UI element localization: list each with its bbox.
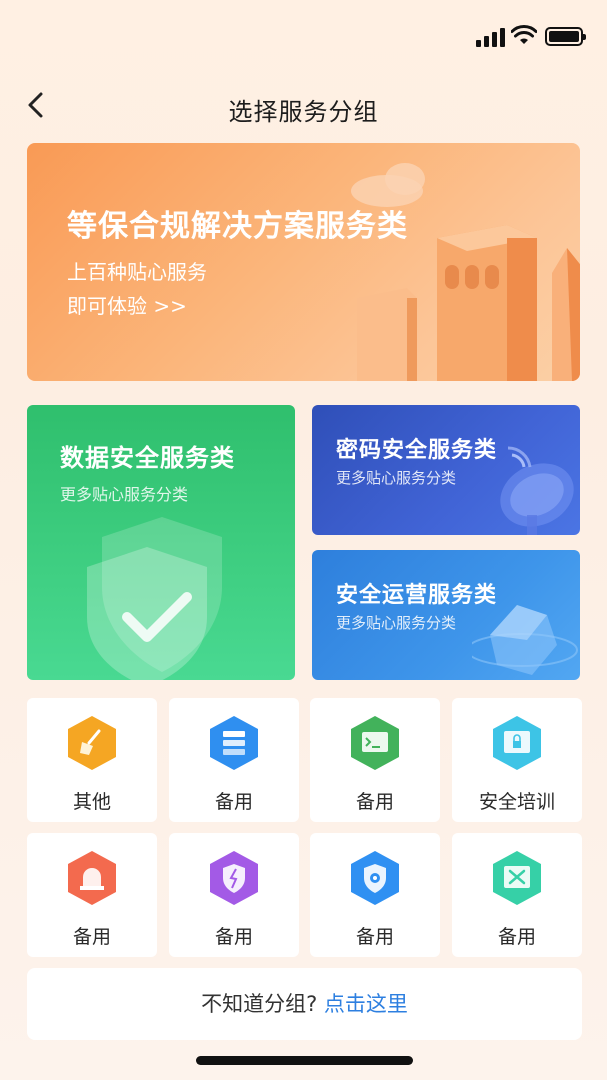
wifi-icon bbox=[511, 25, 537, 44]
broom-icon bbox=[68, 716, 116, 770]
category-spare[interactable]: 备用 bbox=[169, 833, 299, 957]
tools-screen-icon bbox=[493, 851, 541, 905]
server-icon bbox=[210, 716, 258, 770]
status-bar bbox=[0, 0, 607, 70]
home-indicator[interactable] bbox=[196, 1056, 413, 1065]
help-bar: 不知道分组? 点击这里 bbox=[27, 968, 582, 1040]
signal-icon bbox=[476, 27, 506, 47]
category-spare[interactable]: 备用 bbox=[452, 833, 582, 957]
tile-label: 备用 bbox=[355, 926, 394, 948]
category-spare[interactable]: 备用 bbox=[27, 833, 157, 957]
tile-label: 备用 bbox=[355, 791, 394, 813]
category-other[interactable]: 其他 bbox=[27, 698, 157, 822]
card-title: 密码安全服务类 bbox=[336, 438, 498, 463]
card-title: 数据安全服务类 bbox=[60, 444, 235, 472]
shield-check-icon bbox=[87, 517, 222, 680]
security-ops-card[interactable]: 安全运营服务类 更多贴心服务分类 bbox=[312, 550, 580, 680]
nav-bar: 选择服务分组 bbox=[0, 78, 607, 136]
broken-shield-icon bbox=[210, 851, 258, 905]
tile-label: 备用 bbox=[72, 926, 111, 948]
secure-screen-icon bbox=[493, 716, 541, 770]
compliance-banner[interactable]: 等保合规解决方案服务类 上百种贴心服务 即可体验 >> bbox=[27, 143, 580, 381]
tile-label: 安全培训 bbox=[478, 791, 555, 813]
category-spare[interactable]: 备用 bbox=[169, 698, 299, 822]
card-subtitle: 更多贴心服务分类 bbox=[336, 469, 457, 487]
tile-label: 备用 bbox=[214, 791, 253, 813]
gear-shield-icon bbox=[351, 851, 399, 905]
crypto-security-card[interactable]: 密码安全服务类 更多贴心服务分类 bbox=[312, 405, 580, 535]
card-title: 安全运营服务类 bbox=[336, 583, 498, 608]
building-illustration bbox=[351, 163, 580, 381]
category-spare[interactable]: 备用 bbox=[310, 698, 440, 822]
tile-label: 备用 bbox=[214, 926, 253, 948]
card-subtitle: 更多贴心服务分类 bbox=[336, 614, 457, 632]
page-title: 选择服务分组 bbox=[228, 98, 379, 126]
click-here-link[interactable]: 点击这里 bbox=[324, 992, 408, 1016]
category-spare[interactable]: 备用 bbox=[310, 833, 440, 957]
tile-label: 备用 bbox=[497, 926, 536, 948]
banner-title: 等保合规解决方案服务类 bbox=[67, 209, 408, 244]
terminal-icon bbox=[351, 716, 399, 770]
banner-try-link[interactable]: 即可体验 >> bbox=[67, 290, 187, 319]
battery-icon bbox=[545, 27, 586, 46]
banner-subtitle: 上百种贴心服务 bbox=[67, 260, 207, 284]
category-security-training[interactable]: 安全培训 bbox=[452, 698, 582, 822]
tile-label: 其他 bbox=[72, 791, 111, 813]
siren-icon bbox=[68, 851, 116, 905]
card-subtitle: 更多贴心服务分类 bbox=[60, 485, 189, 504]
help-question: 不知道分组? bbox=[201, 992, 318, 1016]
data-security-card[interactable]: 数据安全服务类 更多贴心服务分类 bbox=[27, 405, 295, 680]
